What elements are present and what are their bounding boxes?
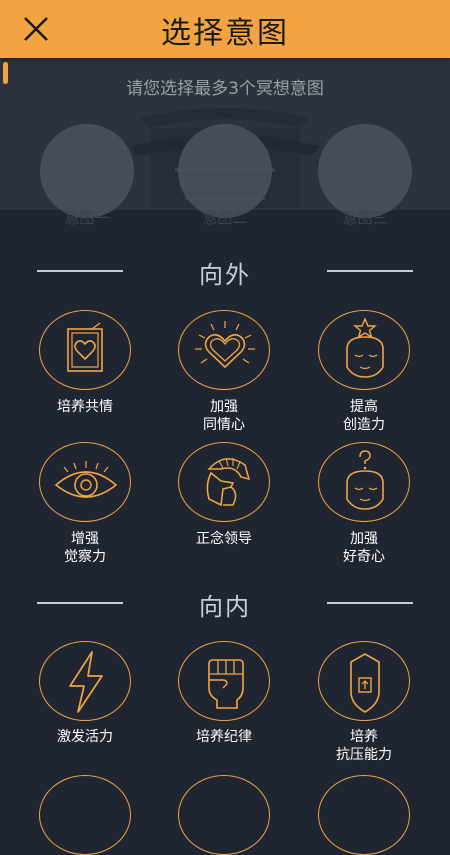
- head-question-icon: [346, 450, 384, 510]
- scroll-indicator[interactable]: [3, 62, 8, 84]
- shield-arrow-icon: [350, 653, 380, 713]
- instruction-text: 请您选择最多3个冥想意图: [126, 79, 324, 99]
- section-title-inward: 向内: [199, 593, 251, 621]
- divider-right: [327, 602, 413, 604]
- intent-empathy-label: 培养共情: [57, 399, 113, 415]
- framed-heart-icon: [67, 322, 103, 372]
- head-star-icon: [346, 317, 384, 378]
- intent-creativity-label: 提高 创造力: [343, 399, 385, 433]
- intent-slot-3[interactable]: [318, 124, 412, 218]
- intent-compassion-button[interactable]: [178, 310, 270, 390]
- intent-slot-2[interactable]: [178, 124, 272, 218]
- fist-icon: [208, 659, 244, 709]
- section-title-outward: 向外: [199, 261, 251, 289]
- lightning-icon: [69, 651, 103, 713]
- intent-slot-1[interactable]: [40, 124, 134, 218]
- slot-label-2: 意图二: [202, 209, 248, 227]
- intent-leadership-button[interactable]: [178, 442, 270, 522]
- radiant-heart-icon: [195, 321, 255, 369]
- page-title: 选择意图: [161, 16, 289, 51]
- intent-discipline-label: 培养纪律: [196, 729, 252, 745]
- intent-discipline-button[interactable]: [178, 641, 270, 721]
- intent-item-partial-1[interactable]: [39, 775, 131, 855]
- intent-vitality-label: 激发活力: [57, 729, 113, 745]
- intent-empathy-button[interactable]: [39, 310, 131, 390]
- intent-item-partial-3[interactable]: [318, 775, 410, 855]
- eye-icon: [54, 461, 118, 498]
- app-header: 选择意图: [0, 0, 450, 58]
- spartan-helmet-icon: [206, 457, 251, 507]
- intent-compassion-label: 加强 同情心: [203, 399, 245, 433]
- divider-right: [327, 270, 413, 272]
- slot-label-3: 意图三: [342, 209, 388, 227]
- intent-awareness-label: 增强 觉察力: [64, 531, 106, 565]
- intent-vitality-button[interactable]: [39, 641, 131, 721]
- intent-leadership-label: 正念领导: [196, 531, 252, 547]
- intent-item-partial-2[interactable]: [178, 775, 270, 855]
- intent-resilience-button[interactable]: [318, 641, 410, 721]
- intent-awareness-button[interactable]: [39, 442, 131, 522]
- intent-resilience-label: 培养 抗压能力: [336, 729, 392, 763]
- intent-curiosity-button[interactable]: [318, 442, 410, 522]
- intent-creativity-button[interactable]: [318, 310, 410, 390]
- intent-curiosity-label: 加强 好奇心: [343, 531, 385, 565]
- slot-label-1: 意图一: [64, 209, 110, 227]
